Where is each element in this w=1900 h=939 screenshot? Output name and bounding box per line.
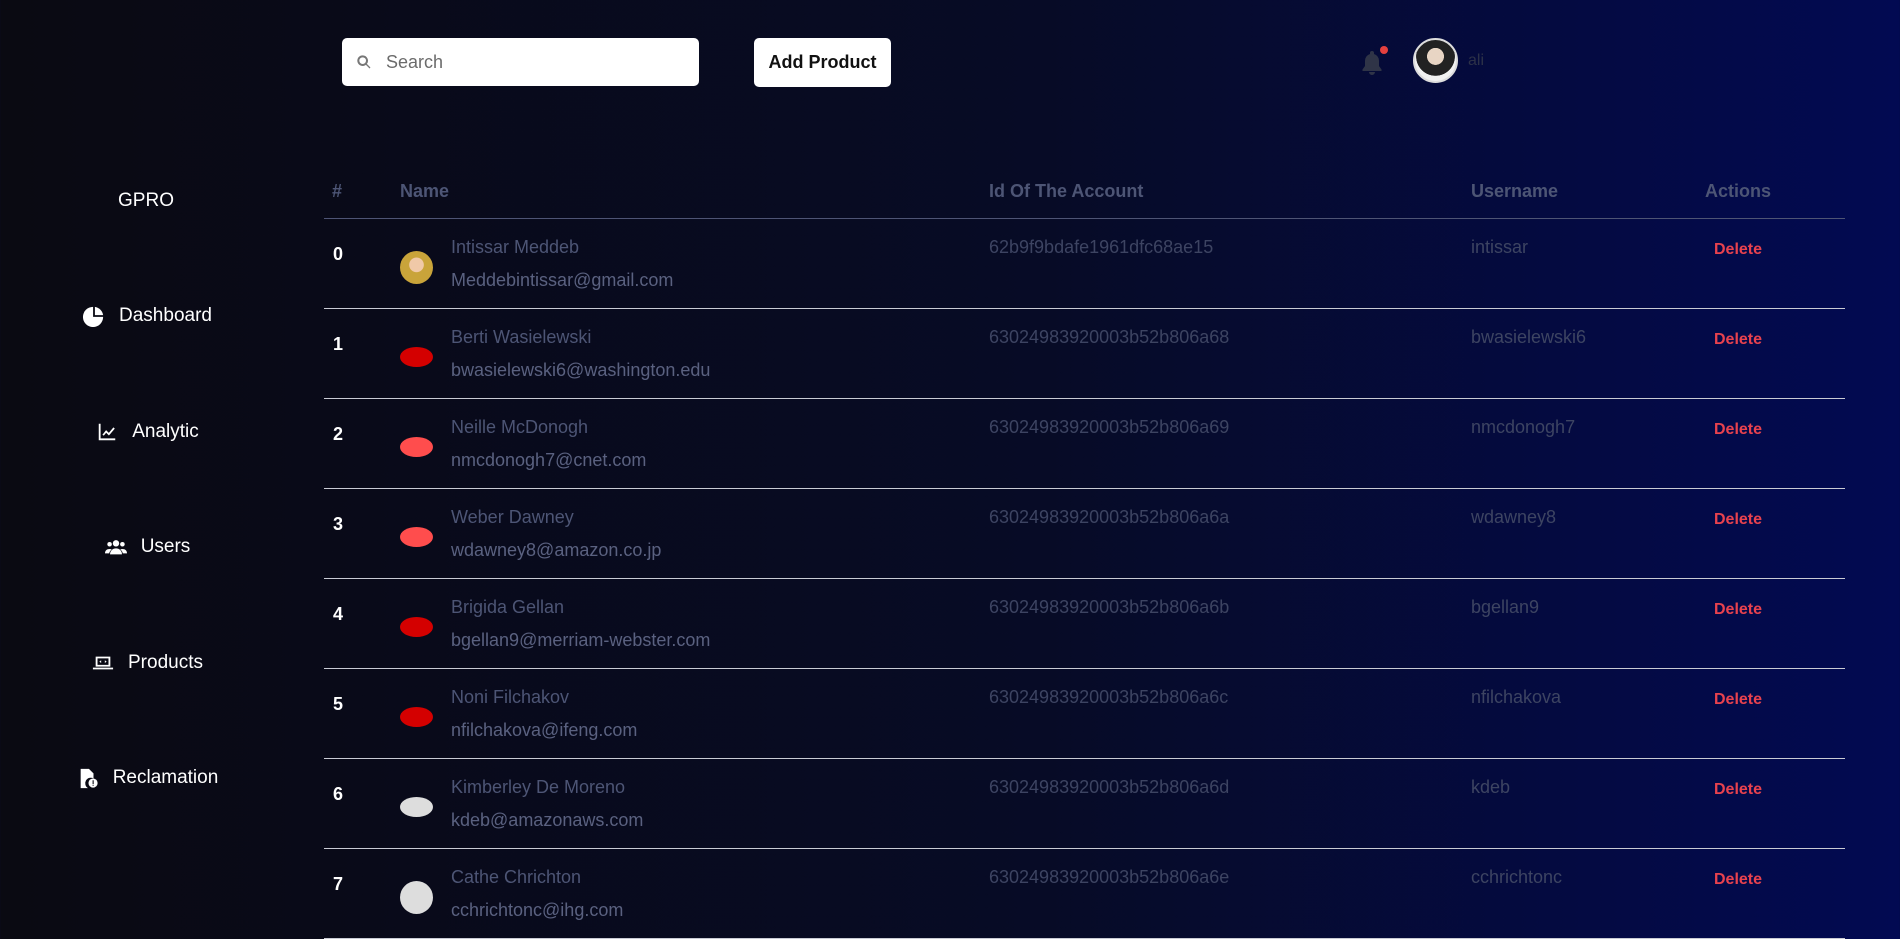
delete-button[interactable]: Delete — [1714, 871, 1762, 889]
avatar — [400, 797, 433, 817]
sidebar-item-products[interactable]: Products — [0, 643, 295, 683]
header-account-id: Id Of The Account — [989, 181, 1144, 201]
account-id-cell: 62b9f9bdafe1961dfc68ae15 — [989, 237, 1214, 257]
bell-icon — [1362, 51, 1382, 75]
user-email-cell: nmcdonogh7@cnet.com — [451, 450, 647, 470]
user-email-cell: nfilchakova@ifeng.com — [451, 720, 638, 740]
sidebar-item-label: Products — [128, 652, 203, 673]
table-row: 5 Noni Filchakov nfilchakova@ifeng.com 6… — [324, 669, 1845, 759]
table-row: 3 Weber Dawney wdawney8@amazon.co.jp 630… — [324, 489, 1845, 579]
table-row: 4 Brigida Gellan bgellan9@merriam-webste… — [324, 579, 1845, 669]
account-id-cell: 63024983920003b52b806a68 — [989, 327, 1230, 347]
avatar — [400, 251, 433, 284]
user-email-cell: kdeb@amazonaws.com — [451, 810, 644, 830]
delete-button[interactable]: Delete — [1714, 331, 1762, 349]
avatar — [400, 881, 433, 914]
username-cell: bwasielewski6 — [1471, 327, 1587, 347]
add-product-button[interactable]: Add Product — [754, 38, 891, 87]
avatar — [400, 347, 433, 367]
row-index: 5 — [333, 694, 344, 714]
table-row: 7 Cathe Chrichton cchrichtonc@ihg.com 63… — [324, 849, 1845, 939]
pie-chart-icon — [83, 306, 104, 327]
avatar — [400, 437, 433, 457]
avatar — [400, 707, 433, 727]
sidebar-item-label: Reclamation — [112, 767, 219, 788]
delete-button[interactable]: Delete — [1714, 691, 1762, 709]
user-email-cell: bgellan9@merriam-webster.com — [451, 630, 711, 650]
notification-badge — [1380, 46, 1388, 54]
user-name-cell: Noni Filchakov — [451, 687, 570, 707]
search-box[interactable] — [342, 38, 699, 86]
table-row: 1 Berti Wasielewski bwasielewski6@washin… — [324, 309, 1845, 399]
username-cell: intissar — [1471, 237, 1529, 257]
table-row: 2 Neille McDonogh nmcdonogh7@cnet.com 63… — [324, 399, 1845, 489]
table-row: 0 Intissar Meddeb Meddebintissar@gmail.c… — [324, 219, 1845, 309]
user-name: ali — [1468, 52, 1485, 69]
username-cell: bgellan9 — [1471, 597, 1540, 617]
laptop-icon — [92, 656, 114, 670]
user-email-cell: Meddebintissar@gmail.com — [451, 270, 674, 290]
username-cell: wdawney8 — [1471, 507, 1557, 527]
account-id-cell: 63024983920003b52b806a6a — [989, 507, 1230, 527]
row-index: 6 — [333, 784, 344, 804]
header-name: Name — [400, 181, 450, 201]
account-id-cell: 63024983920003b52b806a6b — [989, 597, 1230, 617]
username-cell: nmcdonogh7 — [1471, 417, 1576, 437]
user-name-cell: Intissar Meddeb — [451, 237, 580, 257]
sidebar-item-label: Dashboard — [119, 305, 212, 326]
row-index: 2 — [333, 424, 344, 444]
file-alert-icon — [80, 768, 98, 789]
brand-logo: GPRO — [118, 190, 174, 211]
users-table: # Name Id Of The Account Username Action… — [324, 165, 1845, 939]
sidebar-item-label: Analytic — [132, 421, 199, 442]
user-email-cell: bwasielewski6@washington.edu — [451, 360, 711, 380]
delete-button[interactable]: Delete — [1714, 421, 1762, 439]
row-index: 0 — [333, 244, 344, 264]
username-cell: cchrichtonc — [1471, 867, 1563, 887]
user-name-cell: Cathe Chrichton — [451, 867, 582, 887]
sidebar-item-label: Users — [140, 536, 191, 557]
username-cell: kdeb — [1471, 777, 1511, 797]
sidebar-item-analytic[interactable]: Analytic — [0, 412, 295, 452]
header-index: # — [332, 181, 343, 201]
account-id-cell: 63024983920003b52b806a6c — [989, 687, 1229, 707]
avatar — [400, 527, 433, 547]
user-name-cell: Kimberley De Moreno — [451, 777, 626, 797]
header-username: Username — [1471, 181, 1559, 201]
account-id-cell: 63024983920003b52b806a6d — [989, 777, 1230, 797]
delete-button[interactable]: Delete — [1714, 241, 1762, 259]
user-email-cell: wdawney8@amazon.co.jp — [451, 540, 662, 560]
user-name-cell: Neille McDonogh — [451, 417, 589, 437]
delete-button[interactable]: Delete — [1714, 781, 1762, 799]
search-input[interactable] — [384, 50, 688, 74]
sidebar: GPRO Dashboard Analytic Users Products R… — [0, 0, 295, 922]
sidebar-item-reclamation[interactable]: Reclamation — [0, 758, 295, 798]
avatar — [400, 617, 433, 637]
users-icon — [104, 540, 127, 555]
sidebar-item-dashboard[interactable]: Dashboard — [0, 296, 295, 336]
row-index: 1 — [333, 334, 344, 354]
username-cell: nfilchakova — [1471, 687, 1562, 707]
delete-button[interactable]: Delete — [1714, 601, 1762, 619]
table-row: 6 Kimberley De Moreno kdeb@amazonaws.com… — [324, 759, 1845, 849]
user-name-cell: Brigida Gellan — [451, 597, 565, 617]
notifications-button[interactable] — [1360, 46, 1388, 76]
header-actions: Actions — [1705, 181, 1772, 201]
account-id-cell: 63024983920003b52b806a69 — [989, 417, 1230, 437]
sidebar-item-users[interactable]: Users — [0, 527, 295, 567]
search-icon — [357, 55, 371, 69]
user-name-cell: Weber Dawney — [451, 507, 574, 527]
account-id-cell: 63024983920003b52b806a6e — [989, 867, 1230, 887]
line-chart-icon — [98, 423, 116, 441]
row-index: 4 — [333, 604, 344, 624]
delete-button[interactable]: Delete — [1714, 511, 1762, 529]
user-avatar[interactable] — [1413, 38, 1458, 83]
user-name-cell: Berti Wasielewski — [451, 327, 592, 347]
row-index: 7 — [333, 874, 344, 894]
user-email-cell: cchrichtonc@ihg.com — [451, 900, 624, 920]
table-header: # Name Id Of The Account Username Action… — [324, 165, 1845, 219]
row-index: 3 — [333, 514, 344, 534]
